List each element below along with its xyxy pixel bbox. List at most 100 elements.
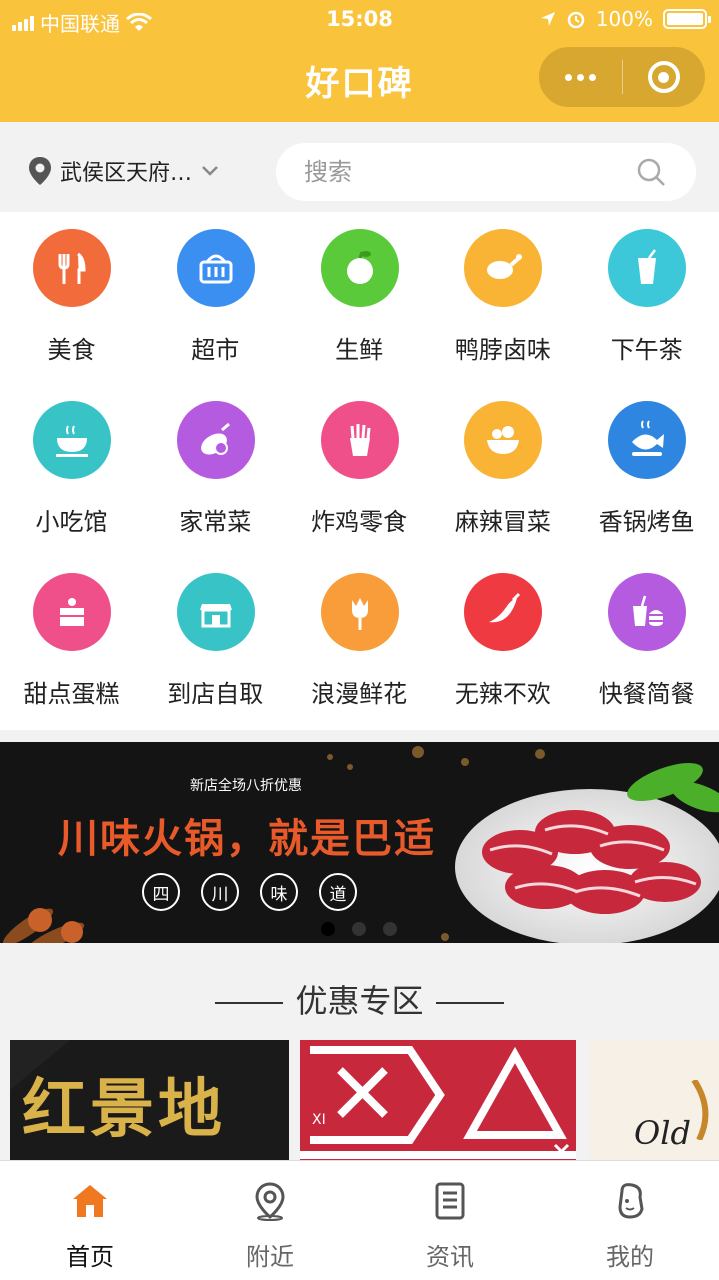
location-pin-icon [250, 1181, 290, 1225]
close-button[interactable] [623, 47, 706, 107]
more-dots-icon [564, 73, 596, 81]
category-label: 生鲜 [335, 336, 384, 364]
category-label: 炸鸡零食 [311, 508, 408, 536]
location-text: 武侯区天府… [60, 161, 193, 186]
category-item[interactable]: 炸鸡零食 [288, 384, 431, 556]
category-item[interactable]: 无辣不欢 [431, 556, 574, 728]
tab-label: 附近 [246, 1243, 294, 1271]
alarm-icon [567, 11, 585, 29]
chevron-down-icon [202, 166, 218, 176]
tulip-icon [320, 573, 399, 651]
status-bar: 中国联通 15:08 100% [0, 0, 719, 40]
banner-promo-text: 新店全场八折优惠 [190, 778, 302, 794]
fork-knife-icon [33, 229, 111, 307]
search-input[interactable] [304, 155, 624, 189]
title-dash-right [435, 1002, 504, 1004]
category-label: 香锅烤鱼 [598, 508, 695, 536]
promo-card-2[interactable]: XI [300, 1040, 576, 1160]
category-label: 小吃馆 [35, 508, 108, 536]
fish-icon [608, 401, 687, 479]
category-item[interactable]: 鸭脖卤味 [431, 212, 574, 384]
bowl-icon [33, 401, 111, 479]
drink-cup-icon [608, 229, 687, 307]
category-label: 超市 [191, 336, 240, 364]
search-row: 武侯区天府… [0, 122, 719, 212]
banner-slogan: 川味火锅，就是巴适 [58, 816, 436, 862]
app-header: 中国联通 15:08 100% 好口碑 [0, 0, 719, 122]
apple-icon [320, 229, 399, 307]
category-item[interactable]: 浪漫鲜花 [288, 556, 431, 728]
user-face-icon [610, 1181, 650, 1225]
hotpot-bowl-icon [464, 401, 543, 479]
target-circle-icon [647, 61, 680, 93]
battery-icon [663, 9, 711, 29]
category-item[interactable]: 小吃馆 [0, 384, 143, 556]
more-button[interactable] [539, 47, 622, 107]
bottom-tab-bar: 首页 附近 资讯 我的 [0, 1160, 719, 1280]
document-icon [430, 1181, 470, 1225]
category-label: 无辣不欢 [454, 680, 551, 708]
tab-mine[interactable]: 我的 [540, 1161, 719, 1280]
category-label: 鸭脖卤味 [454, 336, 551, 364]
carousel-dot-3[interactable] [383, 922, 397, 936]
location-arrow-icon [540, 12, 555, 26]
miniprogram-capsule [539, 47, 705, 107]
fastfood-icon [608, 573, 687, 651]
drumstick-icon [464, 229, 543, 307]
tab-label: 资讯 [426, 1243, 474, 1271]
category-item[interactable]: 到店自取 [144, 556, 287, 728]
category-label: 家常菜 [179, 508, 252, 536]
category-label: 下午茶 [610, 336, 683, 364]
battery-percent: 100% [595, 7, 653, 31]
tab-label: 我的 [606, 1243, 654, 1271]
promo-banner[interactable]: 新店全场八折优惠 川味火锅，就是巴适 四川味道 [0, 742, 719, 943]
category-item[interactable]: 生鲜 [288, 212, 431, 384]
tab-news[interactable]: 资讯 [360, 1161, 540, 1280]
banner-tag: 味 [260, 873, 298, 911]
search-box[interactable] [276, 143, 696, 201]
category-item[interactable]: 香锅烤鱼 [575, 384, 718, 556]
eggplant-icon [176, 401, 255, 479]
carousel-dot-1[interactable] [321, 922, 335, 936]
category-item[interactable]: 快餐简餐 [575, 556, 718, 728]
banner-tag: 道 [319, 873, 357, 911]
tab-label: 首页 [66, 1243, 114, 1271]
search-icon[interactable] [636, 157, 666, 187]
section-title: 优惠专区 [0, 976, 719, 1022]
promo-card-3-art [691, 1080, 709, 1140]
category-item[interactable]: 甜点蛋糕 [0, 556, 143, 728]
carousel-dot-2[interactable] [352, 922, 366, 936]
category-item[interactable]: 美食 [0, 212, 143, 384]
home-icon [70, 1181, 110, 1225]
fries-icon [320, 401, 399, 479]
category-label: 快餐简餐 [598, 680, 695, 708]
category-label: 到店自取 [167, 680, 264, 708]
banner-tag: 川 [201, 873, 239, 911]
category-label: 甜点蛋糕 [23, 680, 120, 708]
promo-card-2-art [300, 1040, 576, 1160]
promo-card-1-text: 红景地 [22, 1072, 226, 1147]
banner-tag: 四 [142, 873, 180, 911]
cake-icon [33, 573, 111, 651]
storefront-icon [176, 573, 255, 651]
banner-tags: 四川味道 [142, 873, 357, 911]
category-item[interactable]: 下午茶 [575, 212, 718, 384]
promo-card-3-text: Old [634, 1114, 691, 1152]
location-pin-icon [29, 157, 51, 185]
basket-icon [176, 229, 255, 307]
section-title-text: 优惠专区 [295, 982, 424, 1020]
promo-card-3[interactable]: Old [590, 1040, 719, 1160]
category-label: 麻辣冒菜 [454, 508, 551, 536]
category-label: 美食 [47, 336, 96, 364]
tab-home[interactable]: 首页 [0, 1161, 180, 1280]
promo-card-1[interactable]: 红景地 [10, 1040, 289, 1160]
promo-card-2-text: XI [312, 1112, 326, 1128]
chili-icon [464, 573, 543, 651]
category-item[interactable]: 超市 [144, 212, 287, 384]
status-right: 100% [540, 7, 711, 31]
category-label: 浪漫鲜花 [311, 680, 408, 708]
category-item[interactable]: 麻辣冒菜 [431, 384, 574, 556]
tab-nearby[interactable]: 附近 [180, 1161, 360, 1280]
category-item[interactable]: 家常菜 [144, 384, 287, 556]
location-selector[interactable]: 武侯区天府… [28, 155, 220, 187]
